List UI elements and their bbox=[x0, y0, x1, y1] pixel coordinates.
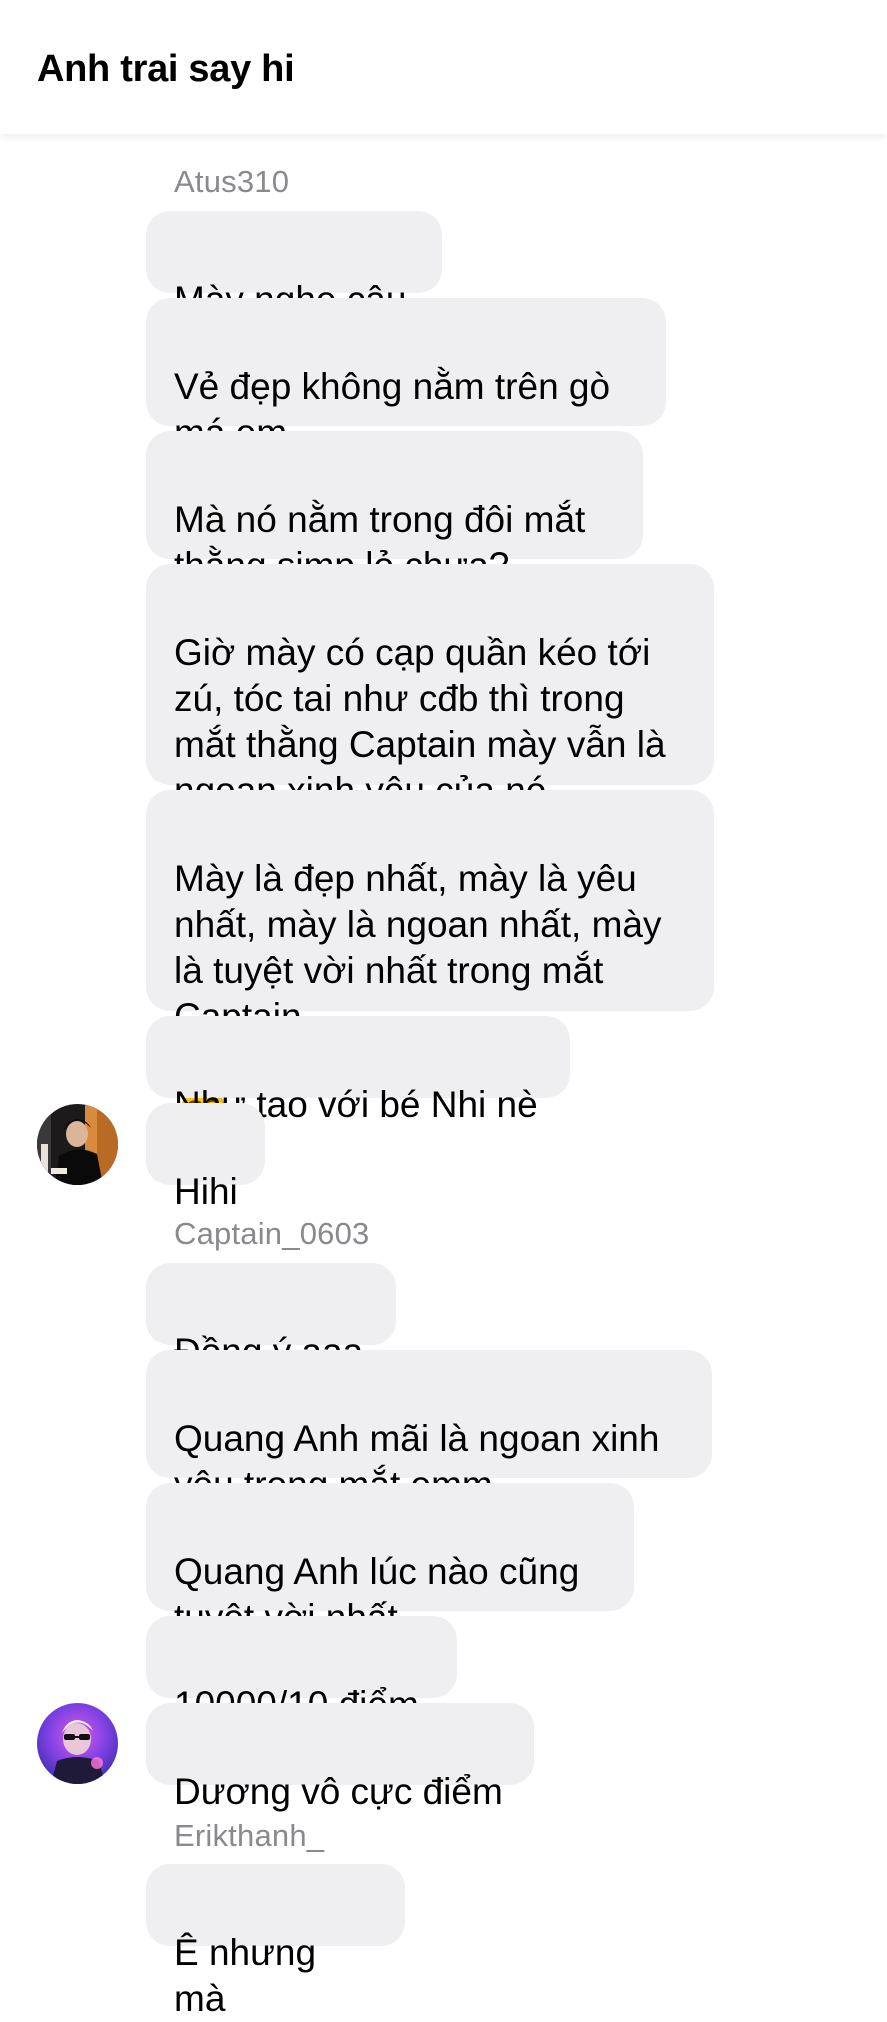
message-bubble[interactable]: Quang Anh lúc nào cũng tuyệt vời nhất bbox=[146, 1483, 634, 1638]
message-bubble[interactable]: Như tao với bé Nhi nè bbox=[146, 1016, 570, 1125]
message-text: Ê nhưng mà bbox=[174, 1932, 317, 2019]
message-bubble[interactable]: 10000/10 điểm bbox=[146, 1616, 457, 1725]
chat-title[interactable]: Anh trai say hi bbox=[37, 48, 295, 91]
avatar[interactable] bbox=[37, 1104, 118, 1185]
user-avatar-icon bbox=[37, 1703, 118, 1784]
user-avatar-icon bbox=[37, 1104, 118, 1185]
chat-header: Anh trai say hi bbox=[0, 0, 887, 134]
message-bubble[interactable]: Hihi bbox=[146, 1103, 265, 1212]
message-bubble[interactable]: Ê nhưng mà bbox=[146, 1864, 405, 2019]
message-text: Giờ mày có cạp quần kéo tới zú, tóc tai … bbox=[174, 632, 666, 811]
message-text: Mày là đẹp nhất, mày là yêu nhất, mày là… bbox=[174, 858, 662, 1037]
message-bubble[interactable]: Đồng ý ạaa bbox=[146, 1263, 396, 1372]
sender-name: Captain_0603 bbox=[174, 1216, 370, 1251]
avatar[interactable] bbox=[37, 1703, 118, 1784]
message-list[interactable]: Atus310 Mày nghe câu Vẻ đẹp không nằm tr… bbox=[0, 0, 887, 2019]
message-bubble[interactable]: Vẻ đẹp không nằm trên gò má em bbox=[146, 298, 666, 453]
message-text: Dương vô cực điểm bbox=[174, 1771, 503, 1812]
message-bubble[interactable]: Quang Anh mãi là ngoan xinh yêu trong mắ… bbox=[146, 1350, 712, 1505]
message-bubble[interactable]: Dương vô cực điểm bbox=[146, 1703, 534, 1812]
message-bubble[interactable]: Mày là đẹp nhất, mày là yêu nhất, mày là… bbox=[146, 790, 714, 1131]
message-bubble[interactable]: Mà nó nằm trong đôi mắt thằng simp lỏ ch… bbox=[146, 431, 643, 586]
sender-name: Erikthanh_ bbox=[174, 1818, 325, 1853]
message-bubble[interactable]: Giờ mày có cạp quần kéo tới zú, tóc tai … bbox=[146, 564, 714, 811]
sender-name: Atus310 bbox=[174, 164, 290, 199]
message-text: Hihi bbox=[174, 1171, 238, 1212]
message-bubble[interactable]: Mày nghe câu bbox=[146, 211, 442, 320]
